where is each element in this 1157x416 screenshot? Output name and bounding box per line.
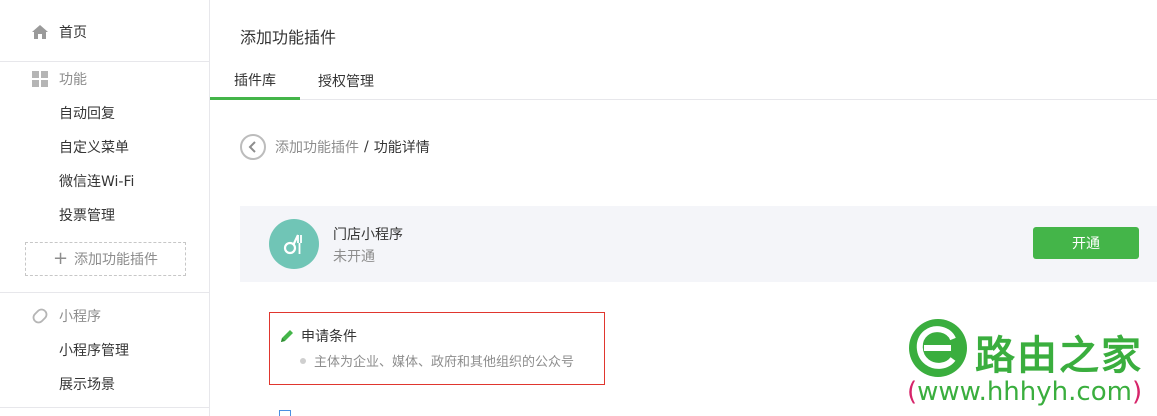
plus-icon: + [52,248,69,269]
breadcrumb-current: 功能详情 [373,140,430,156]
tab-plugin-library[interactable]: 插件库 [210,62,300,100]
fork-spoon-icon [269,219,319,269]
add-plugin-label: 添加功能插件 [74,252,159,268]
chevron-left-icon [248,141,256,153]
condition-item-text: 主体为企业、媒体、政府和其他组织的公众号 [314,355,575,370]
tab-bar: 插件库 授权管理 [210,62,1157,100]
sidebar-item-scene[interactable]: 展示场景 [0,367,209,401]
link-icon [31,307,49,325]
conditions-title-label: 申请条件 [301,329,357,345]
plugin-card: 门店小程序 未开通 开通 [240,206,1157,282]
sidebar-section-label: 功能 [59,72,87,88]
sidebar-section-func[interactable]: 功能 [0,62,209,96]
sidebar-item-label: 自定义菜单 [59,140,129,156]
back-button[interactable] [240,134,266,160]
sidebar-item-label: 微信连Wi-Fi [59,174,135,190]
checkbox-icon [279,410,291,416]
plugin-status: 未开通 [333,249,375,265]
sidebar-item-label: 自动回复 [59,106,115,122]
sidebar-item-label: 投票管理 [59,208,115,224]
watermark-url: (www.hhhyh.com) [907,377,1142,407]
watermark-paren-open: ( [907,377,918,407]
plugin-name: 门店小程序 [333,227,403,243]
sidebar-item-label: 小程序管理 [59,343,129,359]
router-logo-icon [909,319,967,377]
sidebar-item-home[interactable]: 首页 [0,15,209,49]
sidebar-item-label: 首页 [59,25,87,41]
breadcrumb: 添加功能插件 / 功能详情 [240,134,430,160]
sidebar-item-custom-menu[interactable]: 自定义菜单 [0,130,209,164]
grid-icon [31,70,49,88]
tab-label: 插件库 [234,72,276,89]
breadcrumb-separator: / [364,139,369,155]
sidebar-item-auto-reply[interactable]: 自动回复 [0,96,209,130]
page-title: 添加功能插件 [240,28,337,47]
watermark-title: 路由之家 [975,333,1143,379]
tab-label: 授权管理 [318,74,374,90]
sidebar-item-label: 展示场景 [59,377,115,393]
sidebar: 首页 功能 自动回复 自定义菜单 微信连Wi-Fi 投票管理 + 添加功能插件 … [0,0,210,416]
sidebar-item-wifi[interactable]: 微信连Wi-Fi [0,164,209,198]
home-icon [31,23,49,41]
open-button[interactable]: 开通 [1033,227,1139,259]
sidebar-divider [0,407,209,408]
sidebar-section-label: 小程序 [59,309,101,325]
watermark: 路由之家 (www.hhhyh.com) [905,315,1157,416]
breadcrumb-parent-link[interactable]: 添加功能插件 [275,137,359,157]
condition-item: 主体为企业、媒体、政府和其他组织的公众号 [300,351,574,370]
sidebar-item-mini-manage[interactable]: 小程序管理 [0,333,209,367]
conditions-box: 申请条件 主体为企业、媒体、政府和其他组织的公众号 [269,312,605,385]
sidebar-section-mini[interactable]: 小程序 [0,299,209,333]
sidebar-item-vote[interactable]: 投票管理 [0,198,209,232]
conditions-title: 申请条件 [279,326,357,346]
watermark-url-text: www.hhhyh.com [917,377,1132,407]
tab-auth-manage[interactable]: 授权管理 [310,62,382,100]
bullet-icon [300,357,306,364]
add-plugin-button[interactable]: + 添加功能插件 [25,242,186,276]
pen-icon [279,328,295,344]
sidebar-divider [0,292,209,293]
watermark-paren-close: ) [1131,377,1143,407]
